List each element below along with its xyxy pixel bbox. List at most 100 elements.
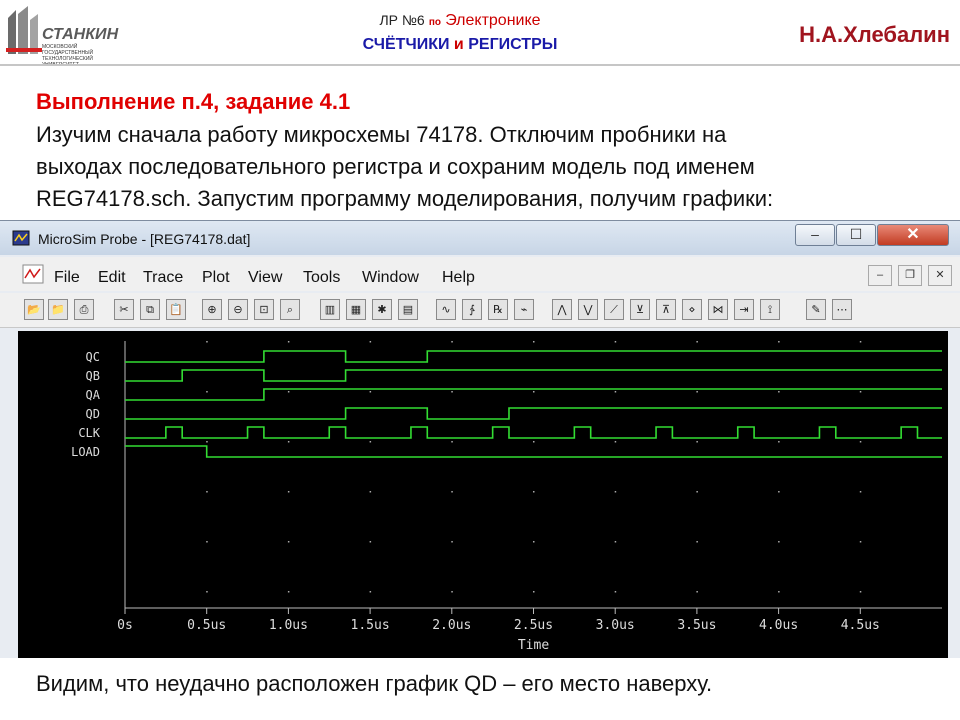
menu-help[interactable]: Help [442, 269, 475, 287]
mdi-close-button[interactable]: ✕ [928, 265, 952, 286]
stankin-logo-mark-icon [6, 6, 42, 54]
menu-plot[interactable]: Plot [202, 269, 230, 287]
grid-dot [696, 341, 698, 343]
grid-dot [859, 491, 862, 493]
grid-dot [206, 341, 208, 343]
grid-dot [533, 541, 535, 543]
header-lab-po: по [428, 17, 442, 28]
header-topic-registers: РЕГИСТРЫ [468, 36, 558, 53]
cursor-min-icon[interactable]: ⊻ [630, 299, 650, 320]
grid-dot [778, 491, 780, 493]
x-tick-label: 3.0us [596, 618, 635, 633]
x-tick-label: 4.0us [759, 618, 798, 633]
cursor-peak-icon[interactable]: ⋀ [552, 299, 572, 320]
slide-heading: Выполнение п.4, задание 4.1 [36, 89, 351, 114]
stankin-logo: СТАНКИН МОСКОВСКИЙ ГОСУДАРСТВЕННЫЙ ТЕХНО… [4, 4, 122, 68]
toolbar: 📂 📁 ⎙ ✂ ⧉ 📋 ⊕ ⊖ ⊡ ⌕ ▥ ▦ ✱ ▤ ∿ ∱ ℞ ⌁ ⋀ ⋁ ⟋ ⊻ ⊼ ⋄ ⋈ ⇥ ⟟ ✎ ⋯ [0, 293, 960, 328]
zoom-area-icon[interactable]: ⊡ [254, 299, 274, 320]
grid-dot [206, 441, 208, 443]
menu-window[interactable]: Window [362, 269, 419, 287]
mark-data-icon[interactable]: ⋯ [832, 299, 852, 320]
grid-dot [533, 491, 535, 493]
x-tick-label: 2.0us [432, 618, 471, 633]
label-icon[interactable]: ✎ [806, 299, 826, 320]
grid-dot [778, 391, 780, 393]
document-wave-icon[interactable] [22, 264, 44, 284]
x-axis-label: Time [518, 638, 549, 653]
fourier-icon[interactable]: ▦ [346, 299, 366, 320]
header-lab-subject: Электронике [445, 12, 541, 29]
print-icon[interactable]: ⎙ [74, 299, 94, 320]
mdi-restore-button[interactable]: ❐ [898, 265, 922, 286]
grid-dot [451, 441, 453, 443]
cursor-max-icon[interactable]: ⊼ [656, 299, 676, 320]
x-tick-label: 3.5us [677, 618, 716, 633]
copy-icon[interactable]: ⧉ [140, 299, 160, 320]
add-plot-icon[interactable]: ℞ [488, 299, 508, 320]
window-titlebar[interactable]: MicroSim Probe - [REG74178.dat] ‒ ☐ ✕ [0, 221, 960, 255]
mark-label-icon[interactable]: ⟟ [760, 299, 780, 320]
menu-trace[interactable]: Trace [143, 269, 183, 287]
menu-file[interactable]: File [54, 269, 80, 287]
eval-goal-icon[interactable]: ∱ [462, 299, 482, 320]
trace-qa[interactable] [125, 388, 942, 401]
zoom-fit-icon[interactable]: ⌕ [280, 299, 300, 320]
grid-dot [369, 441, 372, 443]
trace-load[interactable] [125, 445, 942, 458]
window-close-button[interactable]: ✕ [877, 224, 949, 246]
grid-dot [287, 441, 290, 443]
menu-view[interactable]: View [248, 269, 282, 287]
trace-label-qb: QB [86, 369, 100, 383]
cut-icon[interactable]: ✂ [114, 299, 134, 320]
grid-dot [778, 541, 780, 543]
append-icon[interactable]: 📁 [48, 299, 68, 320]
window-minimize-button[interactable]: ‒ [795, 224, 835, 246]
menu-edit[interactable]: Edit [98, 269, 126, 287]
paragraph-line-2: выходах последовательного регистра и сох… [36, 154, 755, 179]
log-y-icon[interactable]: ▤ [398, 299, 418, 320]
trace-qc[interactable] [125, 350, 942, 363]
cursor-trough-icon[interactable]: ⋁ [578, 299, 598, 320]
zoom-in-icon[interactable]: ⊕ [202, 299, 222, 320]
trace-qb[interactable] [125, 369, 942, 382]
grid-dot [859, 541, 862, 543]
zoom-out-icon[interactable]: ⊖ [228, 299, 248, 320]
grid-dot [533, 441, 535, 443]
grid-dot [206, 591, 208, 593]
cursor-slope-icon[interactable]: ⟋ [604, 299, 624, 320]
grid-dot [614, 591, 617, 593]
header-topic: СЧЁТЧИКИ и РЕГИСТРЫ [300, 36, 620, 54]
grid-dot [287, 541, 290, 543]
waveform-plot[interactable]: 0s 0.5us 1.0us 1.5us 2.0us 2.5us 3.0us 3.5us 4.0… [18, 331, 948, 658]
menu-bar: File Edit Trace Plot View Tools Window H… [0, 257, 960, 291]
toggle-cursor-icon[interactable]: ⌁ [514, 299, 534, 320]
cursor-next-icon[interactable]: ⇥ [734, 299, 754, 320]
grid-dot [451, 491, 453, 493]
cursor-point-icon[interactable]: ⋄ [682, 299, 702, 320]
open-icon[interactable]: 📂 [24, 299, 44, 320]
grid-dot [206, 491, 208, 493]
author-name: Н.А.Хлебалин [799, 22, 950, 47]
log-x-icon[interactable]: ▥ [320, 299, 340, 320]
trace-qd[interactable] [125, 407, 942, 420]
grid-dot [614, 341, 617, 343]
paste-icon[interactable]: 📋 [166, 299, 186, 320]
grid-dot [778, 591, 780, 593]
trace-clk[interactable] [125, 426, 942, 439]
mdi-minimize-button[interactable]: ‒ [868, 265, 892, 286]
grid-dot [859, 591, 862, 593]
menu-tools[interactable]: Tools [303, 269, 340, 287]
grid-dot [859, 341, 862, 343]
header-divider [0, 64, 960, 66]
probe-app-icon [12, 230, 30, 246]
performance-icon[interactable]: ✱ [372, 299, 392, 320]
window-title: MicroSim Probe - [REG74178.dat] [38, 231, 251, 247]
grid-dot [533, 591, 535, 593]
add-trace-icon[interactable]: ∿ [436, 299, 456, 320]
trace-label-load: LOAD [71, 445, 100, 459]
cursor-search-icon[interactable]: ⋈ [708, 299, 728, 320]
grid-dot [614, 441, 617, 443]
grid-dot [451, 541, 453, 543]
window-maximize-button[interactable]: ☐ [836, 224, 876, 246]
grid-dot [206, 541, 208, 543]
